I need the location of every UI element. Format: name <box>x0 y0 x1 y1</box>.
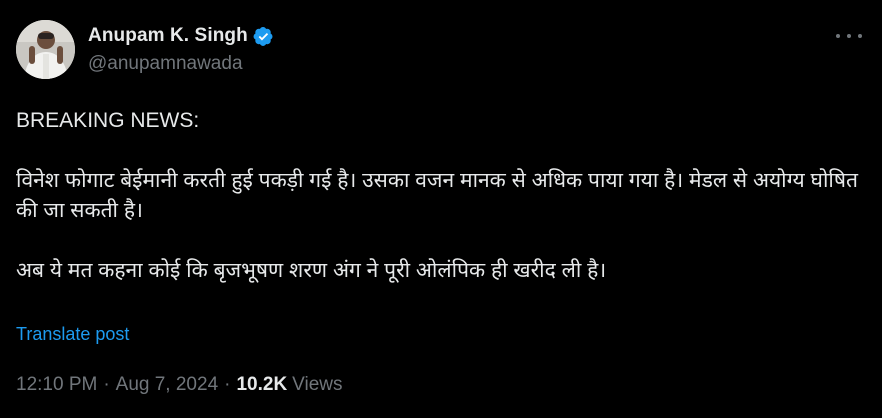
avatar[interactable] <box>16 20 75 79</box>
views-label: Views <box>292 374 343 395</box>
avatar-image <box>16 20 75 79</box>
post-header: Anupam K. Singh @anupamnawada <box>16 20 866 82</box>
more-horizontal-icon-dot <box>858 34 862 38</box>
views-count[interactable]: 10.2K <box>236 374 287 396</box>
post-text-line: BREAKING NEWS: <box>16 109 200 132</box>
translate-post-link[interactable]: Translate post <box>16 324 129 345</box>
more-horizontal-icon-dot <box>847 34 851 38</box>
post-time[interactable]: 12:10 PM <box>16 374 97 396</box>
post-text-line: विनेश फोगाट बेईमानी करती हुई पकड़ी गई है… <box>16 169 858 222</box>
post-text-line: अब ये मत कहना कोई कि बृजभूषण शरण अंग ने … <box>16 259 607 282</box>
author-info: Anupam K. Singh @anupamnawada <box>88 23 274 75</box>
post-text: BREAKING NEWS: विनेश फोगाट बेईमानी करती … <box>16 106 866 286</box>
post-date[interactable]: Aug 7, 2024 <box>116 374 218 396</box>
verified-badge-icon[interactable] <box>253 26 274 47</box>
name-row: Anupam K. Singh <box>88 23 274 49</box>
post-meta: 12:10 PM · Aug 7, 2024 · 10.2K Views <box>16 374 343 396</box>
more-options-button[interactable] <box>836 26 862 46</box>
meta-separator: · <box>224 374 231 395</box>
user-handle[interactable]: @anupamnawada <box>88 53 274 75</box>
post-container: Anupam K. Singh @anupamnawada BREAKING N… <box>0 0 882 418</box>
meta-separator: · <box>103 374 110 395</box>
more-horizontal-icon <box>836 34 840 38</box>
display-name[interactable]: Anupam K. Singh <box>88 25 248 47</box>
